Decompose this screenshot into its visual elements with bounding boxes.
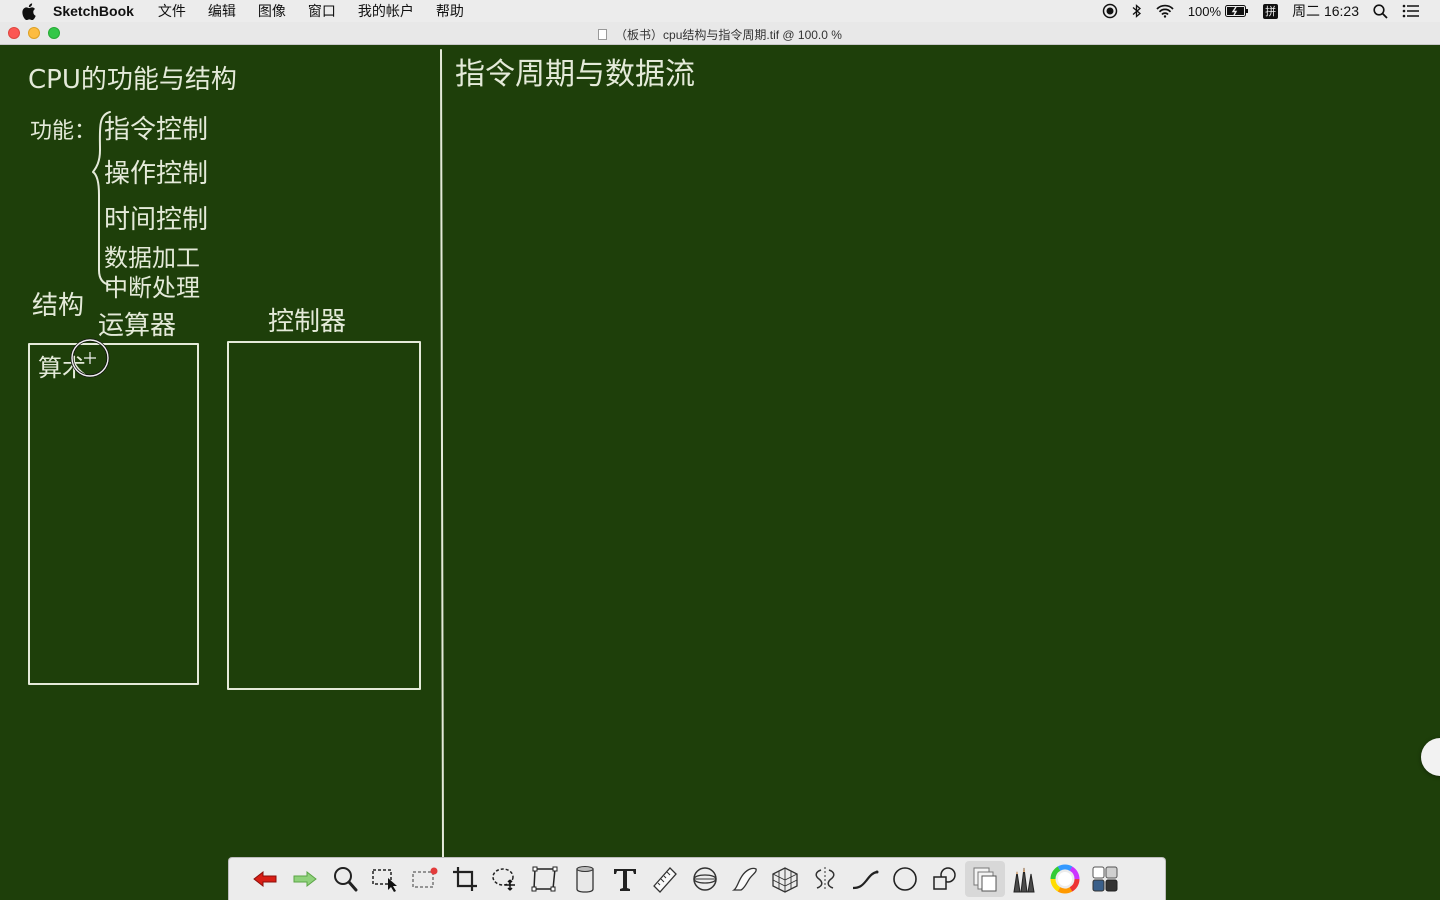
alu-inner-text: 算术 bbox=[38, 354, 86, 382]
function-label-text: 功能： bbox=[30, 119, 96, 144]
menu-image[interactable]: 图像 bbox=[258, 1, 298, 21]
perspective-icon[interactable] bbox=[765, 861, 805, 897]
alu-box bbox=[28, 343, 199, 685]
battery-icon[interactable] bbox=[1225, 5, 1249, 17]
wifi-icon[interactable] bbox=[1156, 4, 1174, 18]
function-item-4: 数据加工 bbox=[104, 244, 200, 272]
controller-box bbox=[227, 341, 421, 690]
heading-right-text: 指令周期与数据流 bbox=[455, 57, 695, 92]
canvas-drawing: CPU的功能与结构 功能： 指令控制 操作控制 时间控制 数据加工 中断处理 结… bbox=[28, 49, 695, 858]
text-icon[interactable] bbox=[605, 861, 645, 897]
shapes-icon[interactable] bbox=[925, 861, 965, 897]
distort-icon[interactable] bbox=[525, 861, 565, 897]
fill-bucket-icon[interactable] bbox=[565, 861, 605, 897]
menu-clock[interactable]: 周二 16:23 bbox=[1292, 1, 1359, 21]
input-method-indicator[interactable]: 拼 bbox=[1263, 3, 1279, 19]
ruler-icon[interactable] bbox=[645, 861, 685, 897]
screen-record-icon[interactable] bbox=[1102, 3, 1118, 19]
menu-bar: SketchBook 文件 编辑 图像 窗口 我的帐户 帮助 100% 拼 周二… bbox=[0, 0, 1440, 22]
layers-icon[interactable] bbox=[965, 861, 1005, 897]
app-name-menu[interactable]: SketchBook bbox=[53, 3, 146, 19]
chalk-divider-line bbox=[440, 49, 444, 858]
menu-edit[interactable]: 编辑 bbox=[208, 1, 248, 21]
select-icon[interactable] bbox=[365, 861, 405, 897]
circle-shape-icon[interactable] bbox=[885, 861, 925, 897]
tool-bar bbox=[228, 857, 1166, 900]
french-curve-icon[interactable] bbox=[725, 861, 765, 897]
stroke-line-icon[interactable] bbox=[845, 861, 885, 897]
structure-label-text: 结构 bbox=[32, 291, 84, 321]
zoom-icon[interactable] bbox=[325, 861, 365, 897]
menu-help[interactable]: 帮助 bbox=[436, 1, 476, 21]
menu-file[interactable]: 文件 bbox=[158, 1, 198, 21]
menu-account[interactable]: 我的帐户 bbox=[358, 1, 426, 21]
menu-window[interactable]: 窗口 bbox=[308, 1, 348, 21]
symmetry-icon[interactable] bbox=[805, 861, 845, 897]
window-title: （板书）cpu结构与指令周期.tif @ 100.0 % bbox=[615, 28, 842, 42]
alu-label-text: 运算器 bbox=[98, 311, 176, 341]
palette-grid-icon[interactable] bbox=[1085, 861, 1125, 897]
window-title-bar: （板书）cpu结构与指令周期.tif @ 100.0 % bbox=[0, 22, 1440, 45]
function-item-1: 指令控制 bbox=[104, 115, 208, 145]
undo-icon[interactable] bbox=[245, 861, 285, 897]
bluetooth-icon[interactable] bbox=[1132, 3, 1142, 19]
lasso-move-icon[interactable] bbox=[485, 861, 525, 897]
document-icon bbox=[598, 29, 608, 40]
apple-menu-icon[interactable] bbox=[19, 2, 37, 20]
redo-icon[interactable] bbox=[285, 861, 325, 897]
ellipse-guide-icon[interactable] bbox=[685, 861, 725, 897]
spotlight-search-icon[interactable] bbox=[1373, 3, 1388, 19]
function-item-3: 时间控制 bbox=[104, 205, 208, 235]
color-wheel-icon[interactable] bbox=[1045, 861, 1085, 897]
function-item-5: 中断处理 bbox=[104, 274, 200, 302]
notification-center-icon[interactable] bbox=[1402, 4, 1420, 18]
heading-left-text: CPU的功能与结构 bbox=[28, 65, 237, 95]
brushes-icon[interactable] bbox=[1005, 861, 1045, 897]
controller-label-text: 控制器 bbox=[268, 307, 346, 337]
crop-icon[interactable] bbox=[445, 861, 485, 897]
drawing-canvas[interactable]: CPU的功能与结构 功能： 指令控制 操作控制 时间控制 数据加工 中断处理 结… bbox=[0, 46, 1440, 900]
select-deselect-icon[interactable] bbox=[405, 861, 445, 897]
function-item-2: 操作控制 bbox=[104, 159, 208, 189]
battery-percent: 100% bbox=[1187, 3, 1222, 19]
